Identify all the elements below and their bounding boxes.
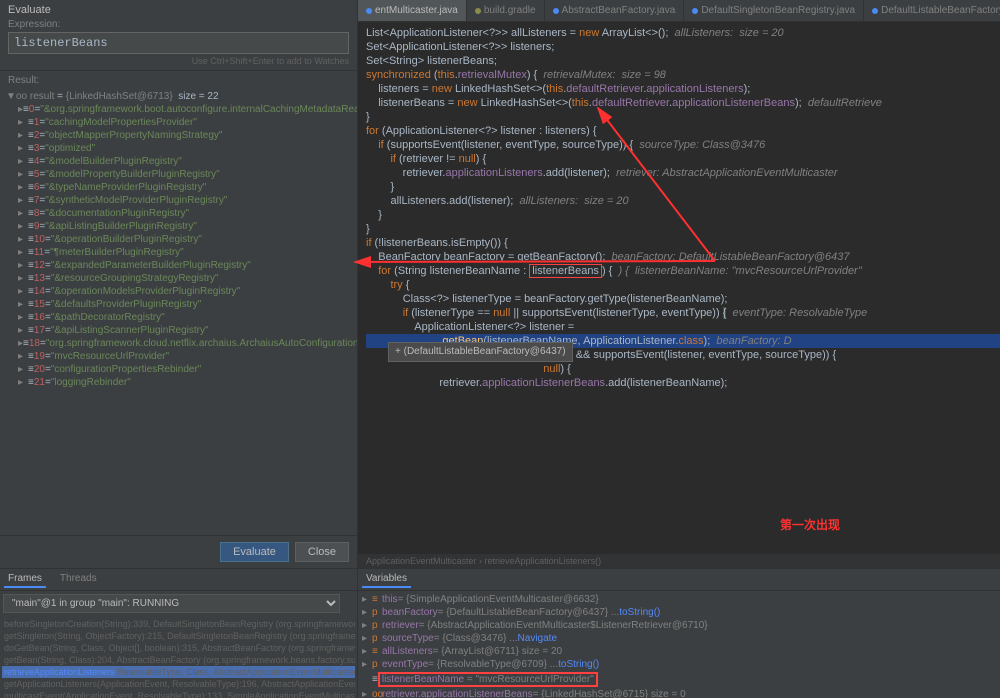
tree-item[interactable]: ▸ ≡ 14 = "&operationModelsProviderPlugin… xyxy=(4,285,353,298)
variable-row[interactable]: ▸ p sourceType = {Class@3476} ... Naviga… xyxy=(360,632,998,645)
frames-tab[interactable]: Frames xyxy=(4,571,46,588)
frame-row-selected[interactable]: retrieveApplicationListeners ResolvableT… xyxy=(2,666,355,678)
result-label: Result: xyxy=(8,75,349,86)
highlight-listenerBeans: listenerBeans xyxy=(529,264,602,278)
variable-row[interactable]: ▸ oo retriever.applicationListenerBeans … xyxy=(360,688,998,698)
editor-tab[interactable]: entMulticaster.java xyxy=(358,0,467,21)
code-editor[interactable]: List<ApplicationListener<?>> allListener… xyxy=(358,22,1000,554)
tree-item[interactable]: ▸ ≡ 7 = "&syntheticModelProviderPluginRe… xyxy=(4,194,353,207)
variable-row[interactable]: ▸ ≡ this = {SimpleApplicationEventMultic… xyxy=(360,593,998,606)
debug-tooltip: + (DefaultListableBeanFactory@6437) xyxy=(388,342,573,362)
dialog-title: Evaluate xyxy=(8,4,349,16)
tree-item[interactable]: ▸ ≡ 2 = "objectMapperPropertyNamingStrat… xyxy=(4,129,353,142)
expression-input[interactable] xyxy=(8,32,349,54)
tree-item[interactable]: ▸ ≡ 19 = "mvcResourceUrlProvider" xyxy=(4,350,353,363)
breadcrumb[interactable]: ApplicationEventMulticaster › retrieveAp… xyxy=(358,554,1000,568)
editor-tabs[interactable]: entMulticaster.javabuild.gradleAbstractB… xyxy=(358,0,1000,22)
variable-row[interactable]: ▸ p beanFactory = {DefaultListableBeanFa… xyxy=(360,606,998,619)
tree-item[interactable]: ▸ ≡ 3 = "optimized" xyxy=(4,142,353,155)
variables-tab[interactable]: Variables xyxy=(362,571,411,588)
tree-item[interactable]: ▸ ≡ 11 = "¶meterBuilderPluginRegistry" xyxy=(4,246,353,259)
tree-item[interactable]: ▸ ≡ 18 = "org.springframework.cloud.netf… xyxy=(4,337,353,350)
thread-selector[interactable]: "main"@1 in group "main": RUNNING xyxy=(3,594,340,613)
annotation-text: 第一次出现 xyxy=(780,516,840,533)
editor-tab[interactable]: DefaultSingletonBeanRegistry.java xyxy=(684,0,864,21)
frames-list[interactable]: beforeSingletonCreation(String):339, Def… xyxy=(0,616,357,698)
variable-row[interactable]: ▸ ≡ allListeners = {ArrayList@6711} size… xyxy=(360,645,998,658)
tree-item[interactable]: ▸ ≡ 4 = "&modelBuilderPluginRegistry" xyxy=(4,155,353,168)
variable-row-highlighted[interactable]: ≡ listenerBeanName = "mvcResourceUrlProv… xyxy=(360,671,998,688)
evaluate-button[interactable]: Evaluate xyxy=(220,542,289,562)
frame-row[interactable]: getSingleton(String, ObjectFactory):215,… xyxy=(2,630,355,642)
threads-tab[interactable]: Threads xyxy=(56,571,101,588)
tree-item[interactable]: ▸ ≡ 13 = "&resourceGroupingStrategyRegis… xyxy=(4,272,353,285)
tree-item[interactable]: ▸ ≡ 12 = "&expandedParameterBuilderPlugi… xyxy=(4,259,353,272)
frame-row[interactable]: getApplicationListeners(ApplicationEvent… xyxy=(2,678,355,690)
hint-text: Use Ctrl+Shift+Enter to add to Watches xyxy=(8,56,349,66)
variables-list[interactable]: ▸ ≡ this = {SimpleApplicationEventMultic… xyxy=(358,591,1000,698)
tree-item[interactable]: ▸ ≡ 9 = "&apiListingBuilderPluginRegistr… xyxy=(4,220,353,233)
frame-row[interactable]: getBean(String, Class):204, AbstractBean… xyxy=(2,654,355,666)
result-tree[interactable]: ▼ oo result = {LinkedHashSet@6713} size … xyxy=(0,88,357,535)
variable-row[interactable]: ▸ p retriever = {AbstractApplicationEven… xyxy=(360,619,998,632)
tree-item[interactable]: ▸ ≡ 0 = "&org.springframework.boot.autoc… xyxy=(4,103,353,116)
tree-root[interactable]: ▼ oo result = {LinkedHashSet@6713} size … xyxy=(4,90,353,103)
variable-row[interactable]: ▸ p eventType = {ResolvableType@6709} ..… xyxy=(360,658,998,671)
tree-item[interactable]: ▸ ≡ 8 = "&documentationPluginRegistry" xyxy=(4,207,353,220)
frame-row[interactable]: beforeSingletonCreation(String):339, Def… xyxy=(2,618,355,630)
tree-item[interactable]: ▸ ≡ 17 = "&apiListingScannerPluginRegist… xyxy=(4,324,353,337)
tree-item[interactable]: ▸ ≡ 5 = "&modelPropertyBuilderPluginRegi… xyxy=(4,168,353,181)
tree-item[interactable]: ▸ ≡ 6 = "&typeNameProviderPluginRegistry… xyxy=(4,181,353,194)
tree-item[interactable]: ▸ ≡ 15 = "&defaultsProviderPluginRegistr… xyxy=(4,298,353,311)
editor-tab[interactable]: DefaultListableBeanFactory.java xyxy=(864,0,1000,21)
frame-row[interactable]: doGetBean(String, Class, Object[], boole… xyxy=(2,642,355,654)
tree-item[interactable]: ▸ ≡ 16 = "&pathDecoratorRegistry" xyxy=(4,311,353,324)
tree-item[interactable]: ▸ ≡ 20 = "configurationPropertiesRebinde… xyxy=(4,363,353,376)
editor-tab[interactable]: AbstractBeanFactory.java xyxy=(545,0,685,21)
expression-label: Expression: xyxy=(8,19,349,30)
frame-row[interactable]: multicastEvent(ApplicationEvent, Resolva… xyxy=(2,690,355,698)
tree-item[interactable]: ▸ ≡ 1 = "cachingModelPropertiesProvider" xyxy=(4,116,353,129)
editor-tab[interactable]: build.gradle xyxy=(467,0,545,21)
close-button[interactable]: Close xyxy=(295,542,349,562)
tree-item[interactable]: ▸ ≡ 21 = "loggingRebinder" xyxy=(4,376,353,389)
tree-item[interactable]: ▸ ≡ 10 = "&operationBuilderPluginRegistr… xyxy=(4,233,353,246)
